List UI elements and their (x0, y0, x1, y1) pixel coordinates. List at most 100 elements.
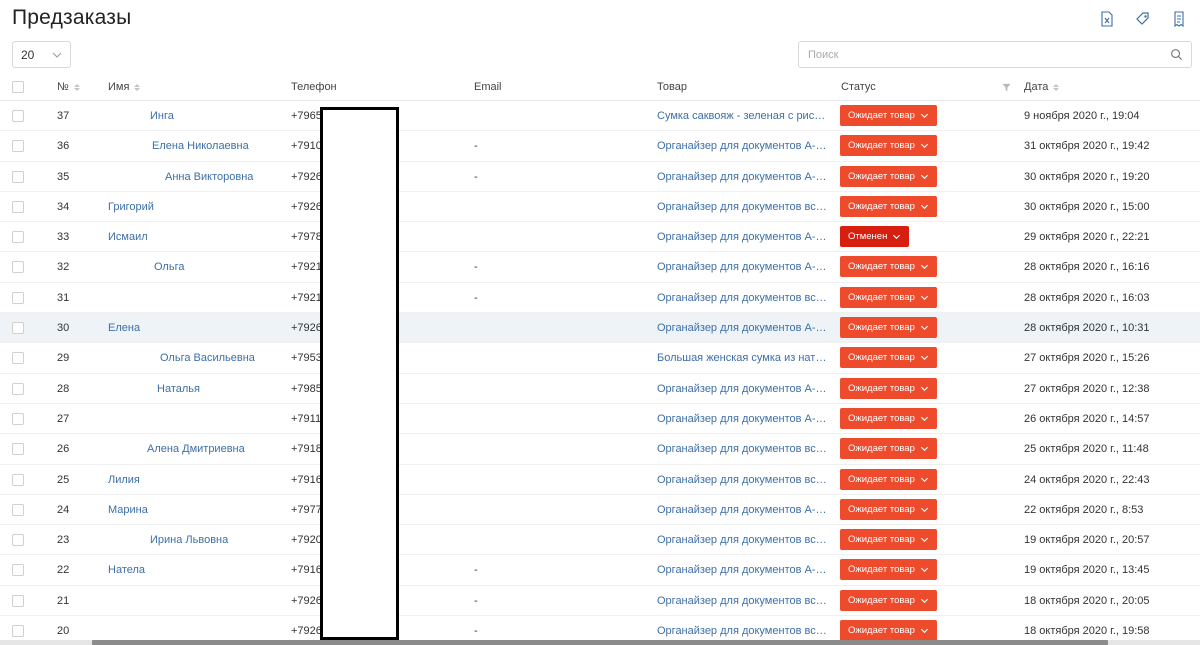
row-checkbox[interactable] (12, 170, 24, 183)
product-link[interactable]: Органайзер для документов А-4 /… (657, 564, 829, 576)
customer-name-link[interactable]: Марина (108, 504, 148, 516)
table-row[interactable]: 35 Анна Викторовна +7926 - Органайзер для до… (0, 162, 1200, 192)
search-input[interactable] (799, 48, 1159, 61)
table-row[interactable]: 27 +7911 Органайзер для документов А-4 /… О… (0, 404, 1200, 435)
table-row[interactable]: 25 Лилия +7916 Органайзер для документов вс… (0, 465, 1200, 495)
table-row[interactable]: 23 Ирина Львовна +7920 Органайзер для докум… (0, 525, 1200, 556)
customer-name-link[interactable]: Натела (108, 564, 145, 576)
status-dropdown[interactable]: Ожидает товар (840, 407, 937, 429)
product-link[interactable]: Большая женская сумка из натур… (657, 352, 829, 364)
row-checkbox[interactable] (12, 352, 24, 365)
search-box[interactable] (798, 41, 1192, 68)
row-checkbox[interactable] (12, 200, 24, 213)
status-dropdown[interactable]: Ожидает товар (840, 468, 937, 490)
status-dropdown[interactable]: Отменен (840, 226, 910, 248)
row-checkbox[interactable] (12, 110, 24, 122)
product-link[interactable]: Органайзер для документов А-4 /… (657, 322, 829, 334)
status-dropdown[interactable]: Ожидает товар (840, 559, 937, 581)
table-row[interactable]: 22 Натела +7916 - Органайзер для документов … (0, 555, 1200, 586)
status-dropdown[interactable]: Ожидает товар (840, 286, 937, 308)
column-header-name[interactable]: Имя (108, 81, 141, 93)
column-header-num[interactable]: № (57, 81, 80, 93)
product-link[interactable]: Органайзер для документов всей… (657, 201, 829, 213)
status-dropdown[interactable]: Ожидает товар (840, 347, 937, 369)
export-excel-icon[interactable] (1096, 8, 1118, 30)
table-row[interactable]: 21 +7926 - Органайзер для документов всей… О… (0, 586, 1200, 617)
customer-name-link[interactable]: Елена Николаевна (152, 140, 249, 152)
row-checkbox[interactable] (12, 625, 24, 638)
status-dropdown[interactable]: Ожидает товар (840, 195, 937, 217)
table-row[interactable]: 30 Елена +7926 Органайзер для документов А-… (0, 313, 1200, 344)
status-dropdown[interactable]: Ожидает товар (840, 529, 937, 551)
product-link[interactable]: Органайзер для документов А-4 /… (657, 504, 829, 516)
table-row[interactable]: 31 +7921 - Органайзер для документов всей… О… (0, 283, 1200, 314)
status-dropdown[interactable]: Ожидает товар (840, 317, 937, 339)
table-row[interactable]: 33 Исмаил +7978 Органайзер для документов А… (0, 222, 1200, 253)
customer-name-link[interactable]: Григорий (108, 201, 154, 213)
page-size-select[interactable]: 20 (12, 41, 71, 68)
row-checkbox[interactable] (12, 564, 24, 577)
row-checkbox[interactable] (12, 594, 24, 607)
sort-icon[interactable] (73, 83, 80, 91)
tag-icon[interactable] (1132, 8, 1154, 30)
filter-icon[interactable] (1002, 83, 1011, 92)
product-link[interactable]: Органайзер для документов всей… (657, 443, 829, 455)
customer-name-link[interactable]: Ольга (154, 261, 184, 273)
customer-name-link[interactable]: Ольга Васильевна (160, 352, 255, 364)
product-link[interactable]: Сумка саквояж - зеленая с рисун… (657, 110, 829, 122)
status-dropdown[interactable]: Ожидает товар (840, 377, 937, 399)
receipt-icon[interactable] (1168, 8, 1190, 30)
table-row[interactable]: 28 Наталья +7985 Органайзер для документов … (0, 374, 1200, 404)
status-dropdown[interactable]: Ожидает товар (840, 135, 937, 157)
product-link[interactable]: Органайзер для документов всей… (657, 474, 829, 486)
row-checkbox[interactable] (12, 261, 24, 274)
status-dropdown[interactable]: Ожидает товар (840, 438, 937, 460)
search-icon[interactable] (1170, 48, 1183, 61)
status-dropdown[interactable]: Ожидает товар (840, 105, 937, 126)
table-row[interactable]: 36 Елена Николаевна +7910 - Органайзер для д… (0, 131, 1200, 162)
table-row[interactable]: 26 Алена Дмитриевна +7918 Органайзер для до… (0, 434, 1200, 465)
customer-name-link[interactable]: Алена Дмитриевна (147, 443, 245, 455)
table-row[interactable]: 29 Ольга Васильевна +7953 Большая женская с… (0, 343, 1200, 374)
customer-name-link[interactable]: Инга (150, 110, 174, 122)
scrollbar-thumb[interactable] (92, 640, 1108, 645)
row-checkbox[interactable] (12, 503, 24, 516)
product-link[interactable]: Органайзер для документов всей… (657, 534, 829, 546)
horizontal-scrollbar[interactable] (0, 640, 1200, 645)
status-dropdown[interactable]: Ожидает товар (840, 589, 937, 611)
row-checkbox[interactable] (12, 473, 24, 486)
product-link[interactable]: Органайзер для документов всей… (657, 595, 829, 607)
product-link[interactable]: Органайзер для документов всей… (657, 292, 829, 304)
table-row[interactable]: 37 Инга +7965 Сумка саквояж - зеленая с рис… (0, 101, 1200, 132)
customer-name-link[interactable]: Исмаил (108, 231, 148, 243)
customer-name-link[interactable]: Анна Викторовна (165, 171, 253, 183)
row-checkbox[interactable] (12, 412, 24, 425)
row-checkbox[interactable] (12, 322, 24, 335)
row-checkbox[interactable] (12, 140, 24, 153)
status-dropdown[interactable]: Ожидает товар (840, 620, 937, 642)
customer-name-link[interactable]: Наталья (157, 383, 200, 395)
row-checkbox[interactable] (12, 231, 24, 244)
column-header-date[interactable]: Дата (1024, 81, 1060, 93)
product-link[interactable]: Органайзер для документов А-4 /… (657, 383, 829, 395)
status-dropdown[interactable]: Ожидает товар (840, 165, 937, 187)
customer-name-link[interactable]: Ирина Львовна (150, 534, 228, 546)
customer-name-link[interactable]: Елена (108, 322, 140, 334)
product-link[interactable]: Органайзер для документов А-4 /… (657, 261, 829, 273)
customer-name-link[interactable]: Лилия (108, 474, 140, 486)
status-dropdown[interactable]: Ожидает товар (840, 498, 937, 520)
table-row[interactable]: 24 Марина +7977 Органайзер для документов А… (0, 495, 1200, 526)
product-link[interactable]: Органайзер для документов А-4 /… (657, 171, 829, 183)
product-link[interactable]: Органайзер для документов А-4 /… (657, 413, 829, 425)
status-dropdown[interactable]: Ожидает товар (840, 256, 937, 278)
row-checkbox[interactable] (12, 443, 24, 456)
row-checkbox[interactable] (12, 291, 24, 304)
select-all-checkbox[interactable] (12, 81, 24, 93)
product-link[interactable]: Органайзер для документов А-4 /… (657, 140, 829, 152)
table-row[interactable]: 34 Григорий +7926 Органайзер для документов… (0, 192, 1200, 223)
row-checkbox[interactable] (12, 382, 24, 395)
product-link[interactable]: Органайзер для документов всей… (657, 625, 829, 637)
table-row[interactable]: 32 Ольга +7921 - Органайзер для документов А… (0, 252, 1200, 283)
sort-icon[interactable] (1053, 83, 1060, 91)
row-checkbox[interactable] (12, 534, 24, 547)
